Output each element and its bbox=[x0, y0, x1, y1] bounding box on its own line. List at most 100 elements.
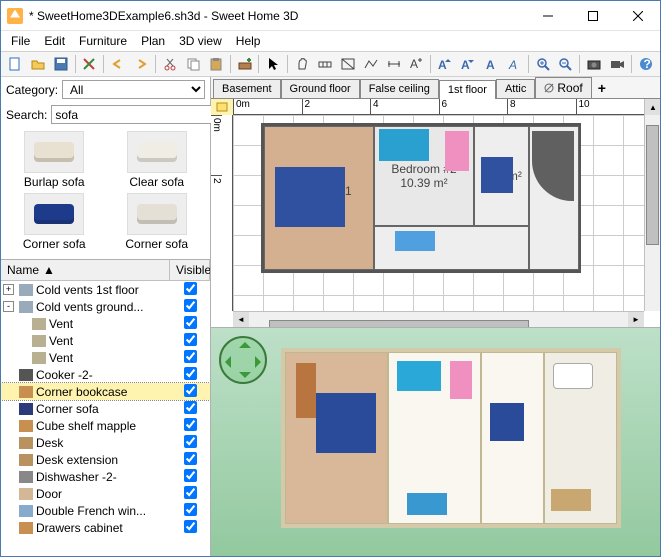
visible-checkbox[interactable] bbox=[184, 503, 197, 516]
cut-button[interactable] bbox=[159, 53, 181, 75]
decrease-text-button[interactable]: A bbox=[457, 53, 479, 75]
plan-view[interactable]: 0m246810 0m2 Bedroom #1 11.87 m² Bedroom… bbox=[211, 99, 660, 328]
room-bedroom2[interactable]: Bedroom #2 10.39 m² bbox=[374, 126, 474, 226]
visible-checkbox[interactable] bbox=[184, 520, 197, 533]
furniture-row[interactable]: -Cold vents ground... bbox=[1, 298, 210, 315]
pan-tool[interactable] bbox=[291, 53, 313, 75]
search-input[interactable] bbox=[51, 105, 214, 124]
furniture-row[interactable]: Drawers cabinet bbox=[1, 519, 210, 536]
level-tab[interactable]: Attic bbox=[496, 79, 535, 98]
nav-right-icon[interactable] bbox=[255, 356, 267, 368]
select-tool[interactable] bbox=[262, 53, 284, 75]
furniture-row[interactable]: Dishwasher -2- bbox=[1, 468, 210, 485]
scroll-right-icon[interactable]: ► bbox=[628, 312, 644, 328]
text-tool[interactable]: A bbox=[406, 53, 428, 75]
visible-checkbox[interactable] bbox=[184, 452, 197, 465]
dimension-tool[interactable] bbox=[383, 53, 405, 75]
copy-button[interactable] bbox=[182, 53, 204, 75]
visible-checkbox[interactable] bbox=[184, 469, 197, 482]
room-tool[interactable] bbox=[337, 53, 359, 75]
3d-view[interactable] bbox=[211, 328, 660, 556]
new-button[interactable] bbox=[4, 53, 26, 75]
furniture-row[interactable]: Desk extension bbox=[1, 451, 210, 468]
level-tab[interactable]: 1st floor bbox=[439, 80, 496, 99]
visible-checkbox[interactable] bbox=[184, 299, 197, 312]
nav-up-icon[interactable] bbox=[239, 336, 251, 348]
bold-button[interactable]: A bbox=[480, 53, 502, 75]
furniture-row[interactable]: Corner bookcase bbox=[1, 383, 210, 400]
furniture-row[interactable]: Cube shelf mapple bbox=[1, 417, 210, 434]
preferences-button[interactable] bbox=[79, 53, 101, 75]
minimize-button[interactable] bbox=[525, 1, 570, 31]
level-tab[interactable]: False ceiling bbox=[360, 79, 439, 98]
plan-scrollbar-h[interactable]: ◄ ► bbox=[233, 311, 644, 327]
expand-toggle[interactable]: + bbox=[3, 284, 14, 295]
visible-checkbox[interactable] bbox=[184, 367, 197, 380]
zoom-out-button[interactable] bbox=[555, 53, 577, 75]
furniture-list[interactable]: +Cold vents 1st floor-Cold vents ground.… bbox=[1, 281, 210, 556]
visible-checkbox[interactable] bbox=[184, 316, 197, 329]
polyline-tool[interactable] bbox=[360, 53, 382, 75]
menu-file[interactable]: File bbox=[5, 33, 36, 49]
close-button[interactable] bbox=[615, 1, 660, 31]
catalog-item[interactable]: Corner sofa bbox=[108, 193, 207, 251]
nav-left-icon[interactable] bbox=[219, 356, 231, 368]
room-hall[interactable] bbox=[374, 226, 529, 270]
visible-checkbox[interactable] bbox=[184, 350, 197, 363]
furniture-row[interactable]: Cooker -2- bbox=[1, 366, 210, 383]
video-button[interactable] bbox=[606, 53, 628, 75]
wall-tool[interactable] bbox=[314, 53, 336, 75]
save-button[interactable] bbox=[50, 53, 72, 75]
catalog-item[interactable]: Burlap sofa bbox=[5, 131, 104, 189]
3d-nav-control[interactable] bbox=[219, 336, 267, 384]
scroll-left-icon[interactable]: ◄ bbox=[233, 312, 249, 328]
paste-button[interactable] bbox=[205, 53, 227, 75]
catalog-item[interactable]: Clear sofa bbox=[108, 131, 207, 189]
furniture-row[interactable]: Corner sofa bbox=[1, 400, 210, 417]
room-3[interactable]: 6.22 m² bbox=[474, 126, 529, 226]
add-furniture-button[interactable] bbox=[234, 53, 256, 75]
zoom-in-button[interactable] bbox=[532, 53, 554, 75]
furniture-row[interactable]: Door bbox=[1, 485, 210, 502]
visible-column-header[interactable]: Visible bbox=[170, 260, 210, 280]
room-bedroom1[interactable]: Bedroom #1 11.87 m² bbox=[264, 126, 374, 270]
visible-checkbox[interactable] bbox=[184, 282, 197, 295]
level-tab[interactable]: Basement bbox=[213, 79, 281, 98]
level-tab[interactable]: Ground floor bbox=[281, 79, 360, 98]
level-tab-roof[interactable]: Roof bbox=[535, 77, 591, 98]
plan-scrollbar-v[interactable]: ▲ bbox=[644, 99, 660, 311]
furniture-row[interactable]: Vent bbox=[1, 315, 210, 332]
menu-plan[interactable]: Plan bbox=[135, 33, 171, 49]
maximize-button[interactable] bbox=[570, 1, 615, 31]
visible-checkbox[interactable] bbox=[184, 333, 197, 346]
name-column-header[interactable]: Name ▲ bbox=[1, 260, 170, 280]
photo-button[interactable] bbox=[583, 53, 605, 75]
category-select[interactable]: All bbox=[62, 80, 205, 99]
expand-toggle[interactable]: - bbox=[3, 301, 14, 312]
furniture-row[interactable]: Desk bbox=[1, 434, 210, 451]
visible-checkbox[interactable] bbox=[184, 384, 197, 397]
add-level-button[interactable]: + bbox=[592, 78, 612, 98]
menu-help[interactable]: Help bbox=[230, 33, 267, 49]
visible-checkbox[interactable] bbox=[184, 401, 197, 414]
menu-furniture[interactable]: Furniture bbox=[73, 33, 133, 49]
visible-checkbox[interactable] bbox=[184, 418, 197, 431]
help-button[interactable]: ? bbox=[635, 53, 657, 75]
menu-edit[interactable]: Edit bbox=[38, 33, 71, 49]
furniture-row[interactable]: Vent bbox=[1, 332, 210, 349]
furniture-row[interactable]: +Cold vents 1st floor bbox=[1, 281, 210, 298]
furniture-row[interactable]: Double French win... bbox=[1, 502, 210, 519]
menu-3d-view[interactable]: 3D view bbox=[173, 33, 228, 49]
visible-checkbox[interactable] bbox=[184, 486, 197, 499]
undo-button[interactable] bbox=[107, 53, 129, 75]
redo-button[interactable] bbox=[130, 53, 152, 75]
visible-checkbox[interactable] bbox=[184, 435, 197, 448]
open-button[interactable] bbox=[27, 53, 49, 75]
catalog-item[interactable]: Corner sofa bbox=[5, 193, 104, 251]
increase-text-button[interactable]: A bbox=[434, 53, 456, 75]
scroll-up-icon[interactable]: ▲ bbox=[645, 99, 660, 115]
room-stairs[interactable] bbox=[529, 126, 579, 270]
nav-down-icon[interactable] bbox=[239, 372, 251, 384]
italic-button[interactable]: A bbox=[503, 53, 525, 75]
furniture-row[interactable]: Vent bbox=[1, 349, 210, 366]
